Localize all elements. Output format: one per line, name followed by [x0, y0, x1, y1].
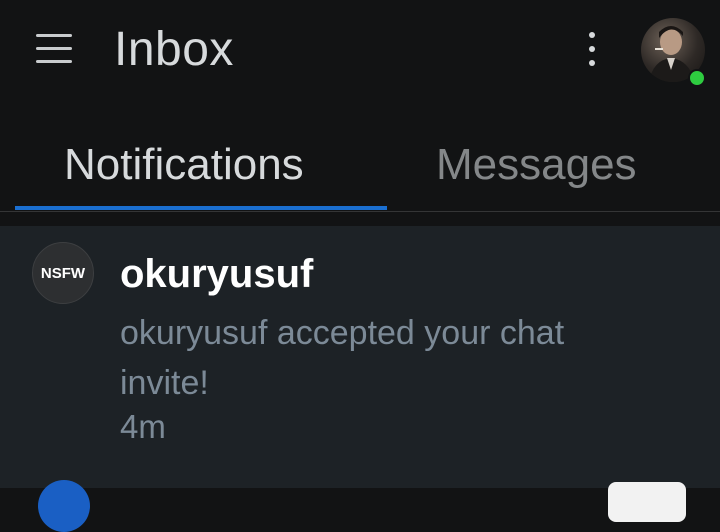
- tab-notifications[interactable]: Notifications: [64, 140, 304, 190]
- notification-list: NSFW okuryusuf okuryusuf accepted your c…: [0, 226, 720, 532]
- community-avatar: NSFW: [32, 242, 94, 304]
- next-notification-thumbnail[interactable]: [608, 482, 686, 522]
- tab-messages[interactable]: Messages: [436, 140, 637, 190]
- vertical-dots-icon[interactable]: [584, 32, 600, 68]
- online-status-dot: [688, 69, 706, 87]
- selected-tab-indicator: [15, 206, 387, 210]
- notification-item[interactable]: NSFW okuryusuf okuryusuf accepted your c…: [0, 226, 720, 466]
- notification-body: okuryusuf accepted your chat invite!: [120, 314, 565, 402]
- tabs-divider: [0, 211, 720, 212]
- notification-time: 4m: [120, 408, 166, 445]
- notification-title: okuryusuf: [120, 252, 314, 296]
- inbox-tabs: Notifications Messages: [0, 110, 720, 212]
- top-app-bar: Inbox: [0, 0, 720, 110]
- page-title: Inbox: [114, 23, 234, 76]
- hamburger-menu-icon[interactable]: [36, 34, 76, 66]
